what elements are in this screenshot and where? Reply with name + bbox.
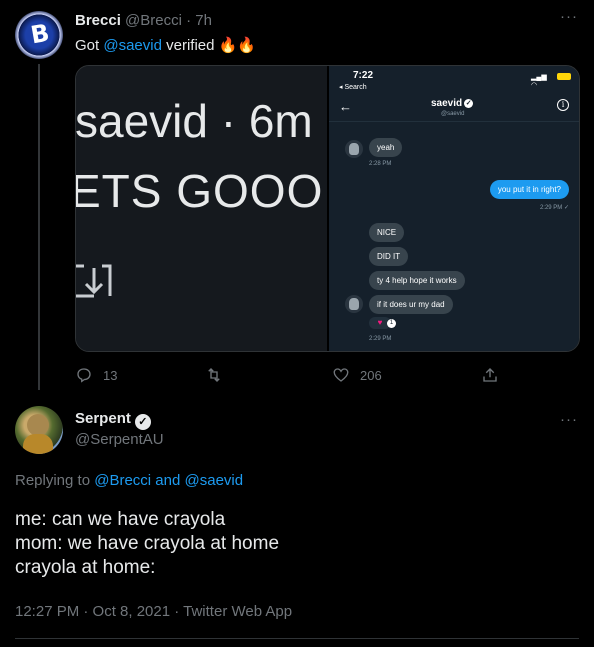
status-back-search: ◂ Search	[339, 84, 367, 91]
like-count: 206	[360, 367, 382, 383]
more-options-icon[interactable]: ···	[560, 8, 578, 25]
reply-author-name[interactable]: Serpent ✓	[75, 410, 151, 430]
tweet-metadata[interactable]: 12:27 PM · Oct 8, 2021 · Twitter Web App	[15, 603, 292, 620]
media-image-left[interactable]: saevid · 6m ETS GOOO	[76, 66, 327, 351]
download-arrow-icon	[76, 264, 112, 298]
verified-badge-icon: ✓	[464, 98, 474, 108]
share-button[interactable]	[481, 364, 509, 386]
tweet-header: Brecci @Brecci · 7h	[75, 12, 212, 29]
tweet-text: Got @saevid verified 🔥🔥	[75, 36, 256, 56]
reply-icon	[77, 368, 91, 383]
dm-avatar	[345, 295, 363, 313]
media-image-right[interactable]: 7:22 ◂ Search ▂▄▆ ◠ ← saevid ✓ @saevid i …	[329, 66, 579, 351]
separator-dot: ·	[186, 12, 192, 29]
info-icon: i	[557, 99, 569, 111]
verified-badge-icon: ✓	[134, 414, 151, 430]
back-arrow-icon: ←	[339, 99, 352, 114]
dm-timestamp: 2:29 PM ✓	[539, 205, 569, 211]
dm-timestamp: 2:29 PM	[369, 336, 392, 342]
thread-connector-line	[38, 64, 40, 390]
tweet-text-suffix: verified 🔥🔥	[161, 37, 256, 54]
dm-contact-name: saevid ✓	[431, 98, 474, 109]
reply-author-handle[interactable]: @SerpentAU	[75, 431, 164, 448]
dm-message: if it does ur my dad	[369, 295, 453, 314]
dm-message: ty 4 help hope it works	[369, 271, 465, 290]
mention-link[interactable]: @Brecci	[94, 472, 151, 489]
reply-text-line: mom: we have crayola at home	[15, 533, 280, 554]
mention-link[interactable]: @saevid	[103, 37, 162, 54]
tweet-text-prefix: Got	[75, 37, 104, 54]
parent-tweet[interactable]: B Brecci @Brecci · 7h ··· Got @saevid ve…	[0, 0, 594, 395]
tweet-media[interactable]: saevid · 6m ETS GOOO 7:22 ◂ Search ▂▄▆ ◠…	[75, 65, 580, 352]
divider	[15, 638, 579, 639]
signal-icon: ▂▄▆ ◠	[531, 74, 547, 89]
retweet-icon	[208, 368, 220, 382]
image-text-line2: ETS GOOO	[76, 165, 324, 217]
author-handle[interactable]: @Brecci	[125, 12, 182, 29]
reply-avatar[interactable]	[15, 406, 63, 454]
dm-avatar	[345, 140, 363, 158]
reaction-count: 1	[387, 319, 396, 328]
dm-message-sent: you put it in right?	[489, 180, 569, 199]
reply-text: me: can we have crayola mom: we have cra…	[15, 508, 279, 580]
dm-timestamp: 2:28 PM	[369, 161, 392, 167]
author-name[interactable]: Brecci	[75, 12, 121, 29]
status-icons: ▂▄▆ ◠	[531, 72, 571, 89]
more-options-icon[interactable]: ···	[560, 411, 578, 428]
replying-and: and	[151, 472, 185, 489]
dm-header: ← saevid ✓ @saevid i	[329, 92, 579, 122]
replying-to: Replying to @Brecci and @saevid	[15, 472, 243, 489]
avatar[interactable]: B	[15, 11, 63, 59]
dm-message: DID IT	[369, 247, 409, 266]
tweet-time[interactable]: 7h	[195, 12, 212, 29]
reply-count: 13	[103, 367, 118, 383]
mention-link[interactable]: @saevid	[185, 472, 244, 489]
image-text-line1: saevid · 6m	[76, 95, 313, 147]
dm-message: NICE	[369, 223, 405, 242]
tweet-actions: 13 206	[75, 364, 505, 386]
retweet-button[interactable]	[205, 364, 233, 386]
dm-contact-handle: @saevid	[441, 111, 465, 117]
status-time: 7:22	[353, 70, 374, 81]
reply-text-line: crayola at home:	[15, 557, 156, 578]
dm-message: yeah	[369, 138, 403, 157]
share-icon	[483, 368, 497, 382]
replying-prefix: Replying to	[15, 472, 95, 489]
heart-icon	[333, 368, 349, 382]
reply-text-line: me: can we have crayola	[15, 509, 226, 530]
like-button[interactable]: 206	[332, 364, 382, 386]
reply-button[interactable]: 13	[75, 364, 117, 386]
battery-icon	[557, 73, 571, 80]
